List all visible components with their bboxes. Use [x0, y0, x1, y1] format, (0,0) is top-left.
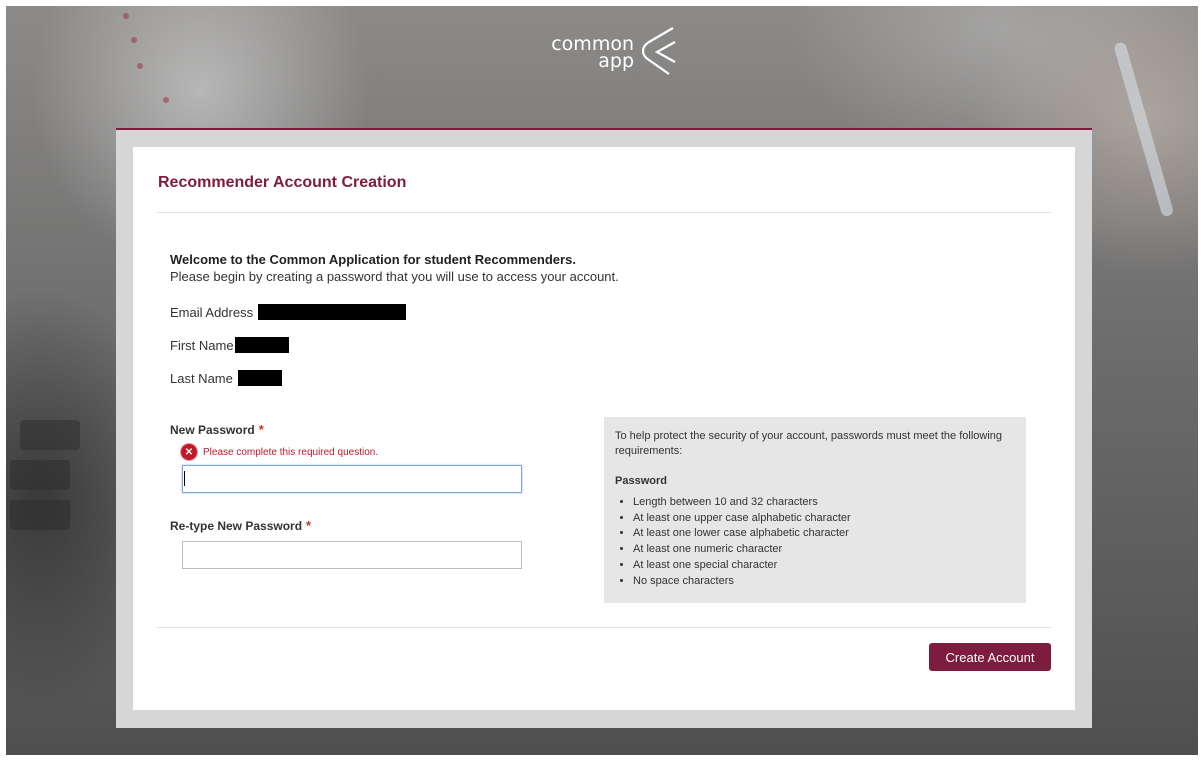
requirement-item: At least one numeric character	[633, 542, 1015, 558]
requirement-item: Length between 10 and 32 characters	[633, 495, 1015, 511]
last-name-row: Last Name	[170, 370, 282, 386]
logo-text-line2: app	[598, 50, 634, 72]
error-x-icon: ✕	[181, 444, 197, 460]
requirements-list: Length between 10 and 32 characters At l…	[615, 495, 1015, 589]
error-message-text: Please complete this required question.	[203, 446, 379, 458]
intro-text: Please begin by creating a password that…	[170, 269, 619, 284]
first-name-label: First Name	[170, 337, 234, 353]
create-account-button[interactable]: Create Account	[929, 643, 1051, 671]
requirements-heading: Password	[615, 475, 667, 487]
text-cursor	[184, 471, 185, 486]
footer-divider	[157, 627, 1051, 628]
required-marker: *	[306, 518, 312, 533]
requirement-item: No space characters	[633, 574, 1015, 590]
first-name-row: First Name	[170, 337, 289, 353]
required-marker: *	[258, 422, 264, 437]
requirement-item: At least one special character	[633, 558, 1015, 574]
retype-password-label-text: Re-type New Password	[170, 519, 303, 533]
last-name-label: Last Name	[170, 370, 233, 386]
new-password-label-text: New Password	[170, 423, 255, 437]
email-label: Email Address	[170, 304, 254, 320]
retype-password-label: Re-type New Password *	[170, 518, 311, 533]
retype-password-input[interactable]	[182, 541, 522, 569]
email-row: Email Address	[170, 304, 407, 320]
requirement-item: At least one upper case alphabetic chara…	[633, 511, 1015, 527]
welcome-heading: Welcome to the Common Application for st…	[170, 252, 576, 267]
account-creation-card: Recommender Account Creation Welcome to …	[133, 147, 1075, 710]
logo-mark-icon	[641, 27, 676, 75]
email-redacted	[258, 304, 407, 320]
new-password-input[interactable]	[182, 465, 522, 493]
error-message: ✕ Please complete this required question…	[181, 444, 378, 460]
last-name-redacted	[237, 370, 282, 386]
new-password-label: New Password *	[170, 422, 264, 437]
requirements-intro: To help protect the security of your acc…	[615, 430, 1003, 457]
common-app-logo: common app	[530, 24, 680, 84]
title-divider	[157, 212, 1051, 213]
password-requirements-panel: To help protect the security of your acc…	[604, 417, 1026, 603]
page-title: Recommender Account Creation	[158, 174, 407, 191]
first-name-redacted	[234, 337, 289, 353]
requirement-item: At least one lower case alphabetic chara…	[633, 526, 1015, 542]
